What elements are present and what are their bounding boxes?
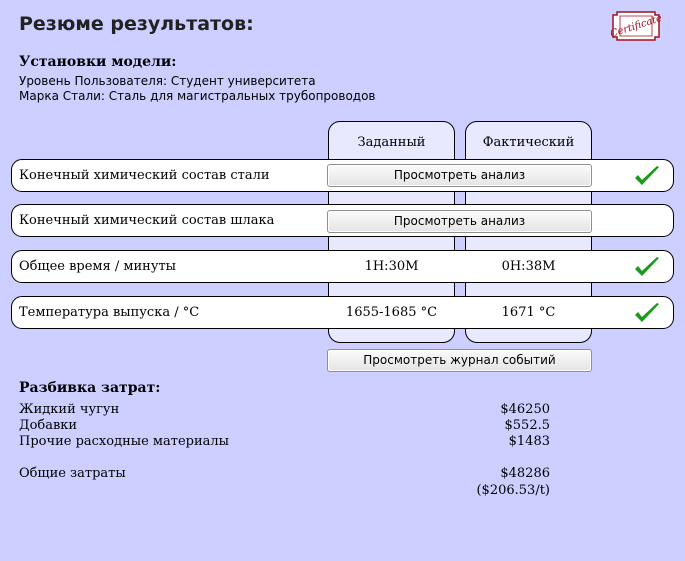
actual-temperature-value: 1671 °C: [501, 305, 556, 320]
check-icon: [635, 303, 659, 322]
cost-item-value: $46250: [500, 402, 550, 417]
cost-per-ton: ($206.53/t): [476, 483, 550, 498]
target-temperature-value: 1655-1685 °C: [345, 305, 438, 320]
cost-item-value: $1483: [508, 434, 550, 449]
row-label: Общее время / минуты: [19, 259, 177, 274]
result-row-temperature: Температура выпуска / °C 1655-1685 °C 16…: [11, 296, 674, 329]
total-cost-value: $48286: [500, 466, 550, 481]
actual-column-header: Фактический: [482, 135, 575, 150]
cost-item-value: $552.5: [504, 418, 551, 433]
row-label: Температура выпуска / °C: [19, 305, 200, 320]
page-title: Резюме результатов:: [19, 13, 254, 35]
view-slag-analysis-button[interactable]: Просмотреть анализ: [327, 210, 592, 233]
result-row-time: Общее время / минуты 1H:30M 0H:38M: [11, 250, 674, 283]
actual-time-value: 0H:38M: [501, 259, 556, 274]
certificate-icon[interactable]: Certificate: [611, 9, 661, 43]
row-label: Конечный химический состав шлака: [19, 213, 275, 228]
view-event-log-button[interactable]: Просмотреть журнал событий: [327, 349, 592, 372]
cost-item-label: Добавки: [19, 418, 78, 433]
target-column-header: Заданный: [357, 135, 426, 150]
target-time-value: 1H:30M: [364, 259, 419, 274]
cost-item-label: Прочие расходные материалы: [19, 434, 230, 449]
check-icon: [635, 257, 659, 276]
user-level-line: Уровень Пользователя: Студент университе…: [19, 74, 316, 88]
view-steel-analysis-button[interactable]: Просмотреть анализ: [327, 164, 592, 187]
model-settings-heading: Установки модели:: [19, 54, 177, 70]
cost-item-label: Жидкий чугун: [19, 402, 120, 417]
cost-breakdown-heading: Разбивка затрат:: [19, 380, 161, 396]
steel-grade-line: Марка Стали: Сталь для магистральных тру…: [19, 89, 376, 103]
row-label: Конечный химический состав стали: [19, 168, 270, 183]
check-icon: [635, 166, 659, 185]
total-cost-label: Общие затраты: [19, 466, 126, 481]
